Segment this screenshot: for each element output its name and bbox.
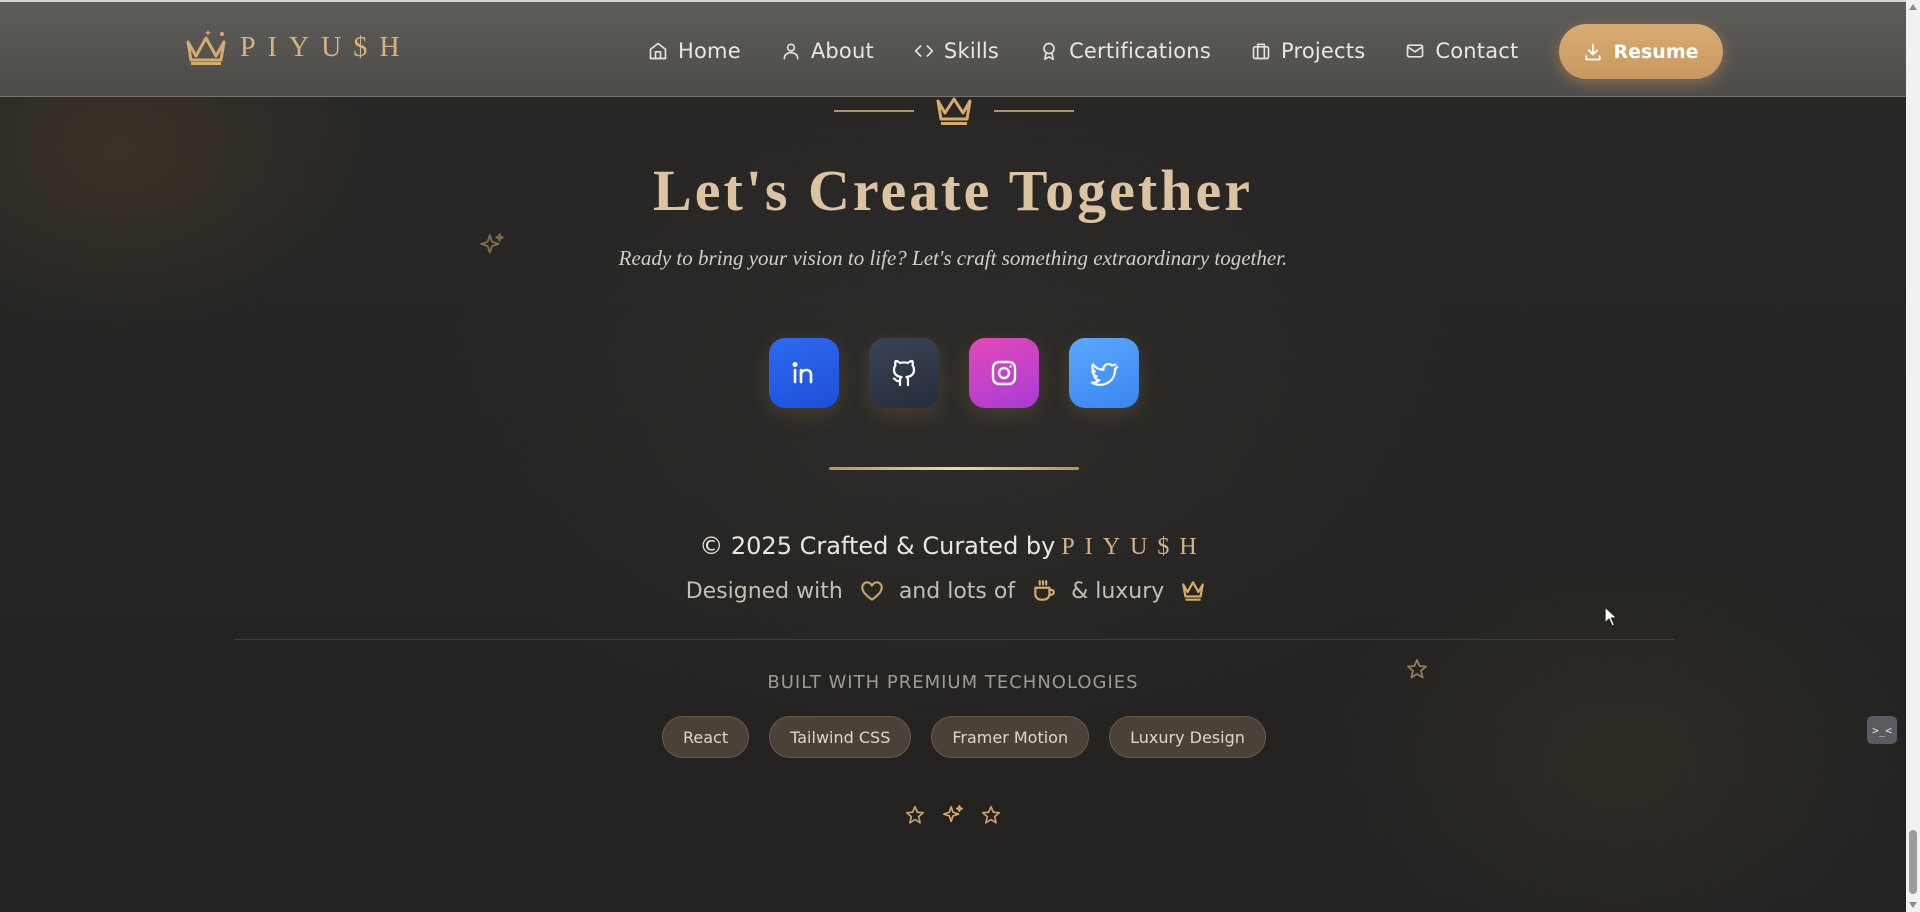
nav-item-contact[interactable]: Contact xyxy=(1405,39,1518,63)
nav-item-label: About xyxy=(810,39,874,63)
divider-line-right xyxy=(994,110,1074,112)
nav-item-label: Skills xyxy=(943,39,1000,63)
decorative-stars xyxy=(904,804,1018,826)
mouse-cursor-icon xyxy=(1604,606,1618,627)
resume-label: Resume xyxy=(1613,40,1699,63)
tech-tags: React Tailwind CSS Framer Motion Luxury … xyxy=(662,716,1286,758)
crown-divider xyxy=(834,95,1074,125)
nav-item-label: Home xyxy=(678,39,741,63)
resume-button[interactable]: Resume xyxy=(1559,24,1723,79)
briefcase-icon xyxy=(1252,43,1270,60)
heart-icon xyxy=(860,581,883,601)
nav-links: Home About Skills Certifications Project… xyxy=(648,30,1558,72)
star-icon xyxy=(981,805,1001,824)
nav-item-certifications[interactable]: Certifications xyxy=(1039,39,1211,63)
instagram-icon xyxy=(991,360,1017,386)
scroll-up-arrow[interactable] xyxy=(1909,4,1917,10)
nav-item-home[interactable]: Home xyxy=(648,39,741,63)
page: PIYU$H Home About Skills Certifications … xyxy=(0,0,1906,912)
tech-tag-react[interactable]: React xyxy=(662,716,750,758)
crown-icon xyxy=(936,97,972,125)
social-links xyxy=(769,338,1169,408)
sparkle-icon xyxy=(943,805,963,823)
logo-text: PIYU$H xyxy=(240,32,412,63)
copyright-brand: PIYU$H xyxy=(1061,534,1207,560)
download-icon xyxy=(1585,43,1602,60)
sparkle-icon xyxy=(480,233,504,254)
nav-item-skills[interactable]: Skills xyxy=(914,39,999,63)
section-title: Let's Create Together xyxy=(653,158,1253,223)
and-lots-of-text: and lots of xyxy=(898,578,1016,604)
nav-item-about[interactable]: About xyxy=(781,39,874,63)
section-subtitle: Ready to bring your vision to life? Let'… xyxy=(618,246,1288,270)
nav-item-label: Contact xyxy=(1435,39,1519,63)
tech-tag-tailwind[interactable]: Tailwind CSS xyxy=(769,716,912,758)
crown-icon xyxy=(1182,581,1205,601)
navbar: PIYU$H Home About Skills Certifications … xyxy=(0,0,1906,97)
github-button[interactable] xyxy=(869,338,939,408)
designed-with-line: Designed with and lots of & luxury xyxy=(0,578,1906,604)
nav-item-label: Certifications xyxy=(1069,39,1211,63)
mail-icon xyxy=(1407,44,1424,58)
gold-divider xyxy=(829,467,1079,470)
code-icon xyxy=(914,45,934,57)
built-with-heading: BUILT WITH PREMIUM TECHNOLOGIES xyxy=(767,672,1139,693)
nav-item-label: Projects xyxy=(1280,39,1366,63)
page-scrollbar[interactable] xyxy=(1906,0,1920,912)
and-luxury-text: & luxury xyxy=(1071,578,1165,604)
copyright-text: © 2025 Crafted & Curated by xyxy=(699,532,1056,560)
logo[interactable]: PIYU$H xyxy=(184,26,412,70)
user-icon xyxy=(783,43,799,60)
tech-tag-framer-motion[interactable]: Framer Motion xyxy=(931,716,1090,758)
star-icon xyxy=(905,805,925,824)
twitter-button[interactable] xyxy=(1069,338,1139,408)
copyright: © 2025 Crafted & Curated by PIYU$H xyxy=(0,532,1906,561)
footer-divider xyxy=(234,639,1674,640)
scroll-down-arrow[interactable] xyxy=(1909,902,1917,908)
star-icon xyxy=(1407,659,1427,679)
home-icon xyxy=(649,42,667,60)
coffee-icon xyxy=(1034,580,1055,601)
github-icon xyxy=(892,359,916,387)
dev-tools-widget[interactable]: >_< xyxy=(1867,716,1897,744)
instagram-button[interactable] xyxy=(969,338,1039,408)
linkedin-button[interactable] xyxy=(769,338,839,408)
tech-tag-luxury-design[interactable]: Luxury Design xyxy=(1109,716,1266,758)
crown-icon xyxy=(186,29,226,65)
nav-item-projects[interactable]: Projects xyxy=(1251,39,1365,63)
linkedin-icon xyxy=(792,362,813,384)
divider-line-left xyxy=(834,110,914,112)
scrollbar-thumb[interactable] xyxy=(1909,830,1917,894)
award-icon xyxy=(1043,42,1055,61)
designed-with-text: Designed with xyxy=(685,578,843,604)
twitter-icon xyxy=(1090,362,1119,386)
dev-tools-label: >_< xyxy=(1872,723,1892,737)
